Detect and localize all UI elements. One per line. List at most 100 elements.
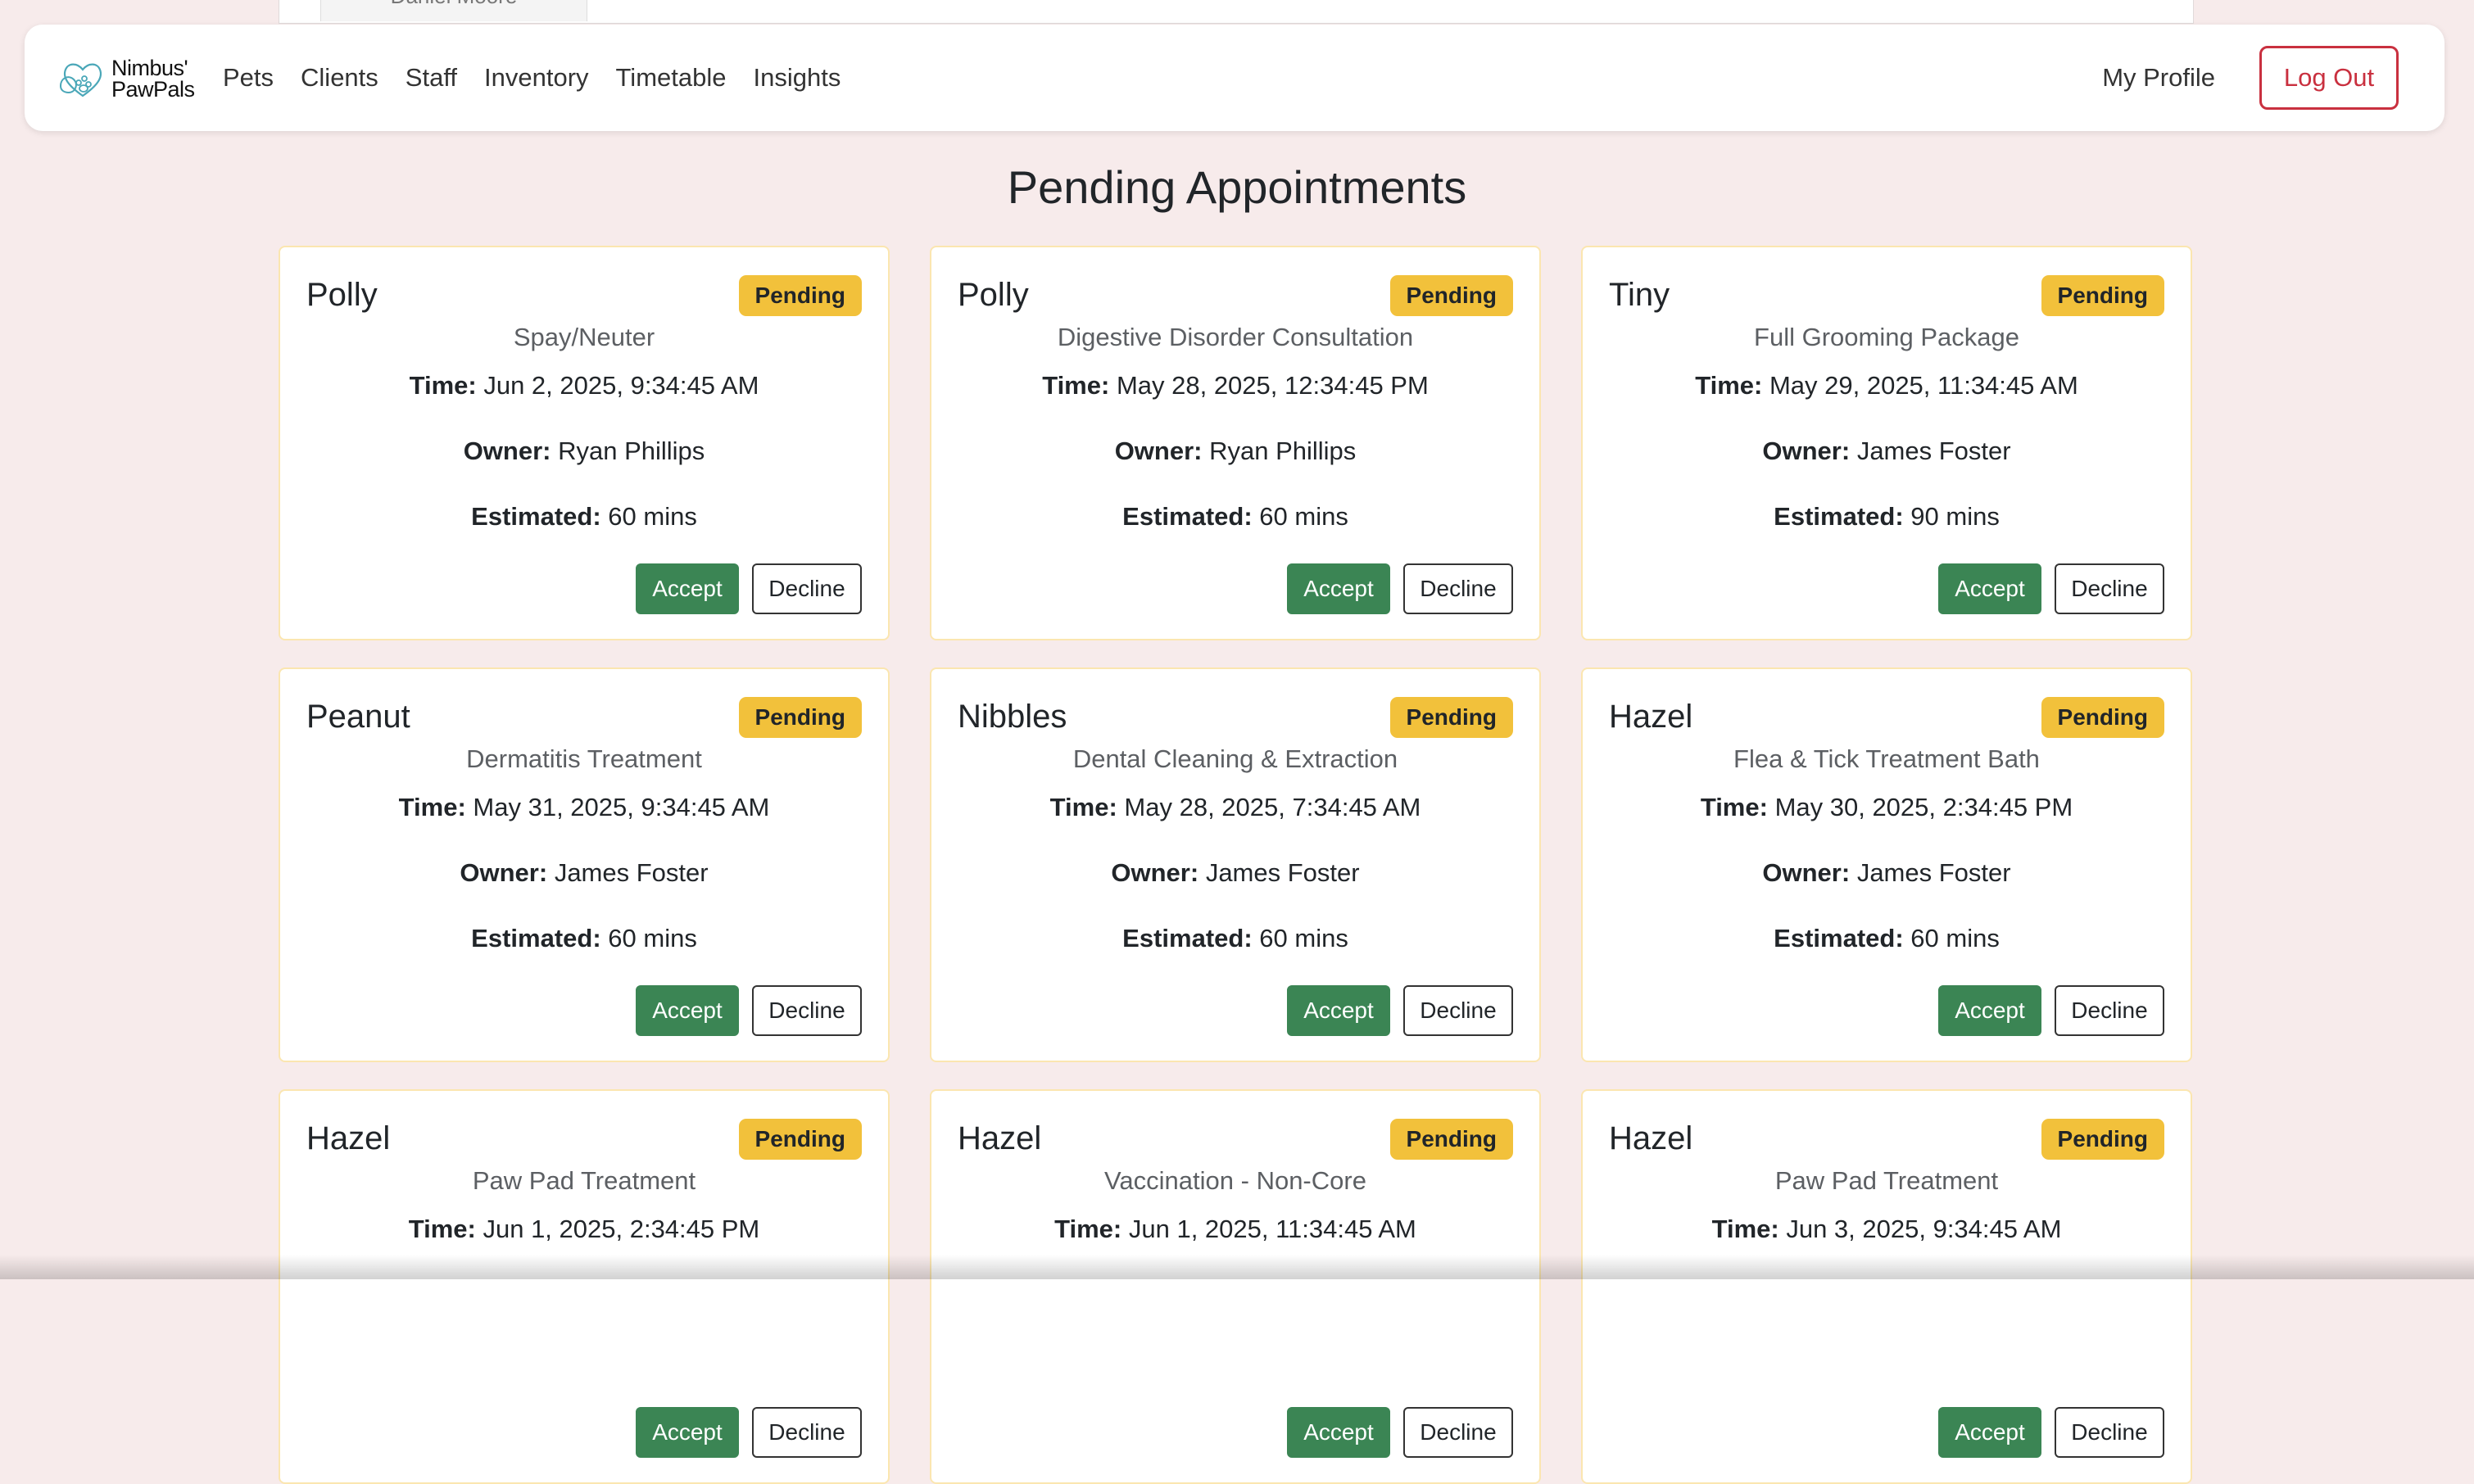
card-actions: Accept Decline <box>636 563 862 614</box>
service-name: Dermatitis Treatment <box>466 744 702 773</box>
status-badge: Pending <box>738 697 862 738</box>
brand-name: Nimbus' PawPals <box>111 56 195 102</box>
owner-line: Owner: Ryan Phillips <box>931 437 1539 466</box>
time-value: Jun 2, 2025, 9:34:45 AM <box>483 371 759 400</box>
nav-link-timetable[interactable]: Timetable <box>616 63 727 93</box>
time-label: Time: <box>1054 1215 1122 1243</box>
brand-line-2: PawPals <box>111 77 195 102</box>
time-value: May 29, 2025, 11:34:45 AM <box>1769 371 2078 400</box>
appointment-card: Polly Pending Digestive Disorder Consult… <box>930 246 1541 640</box>
background-tab-label: Daniel Moore <box>391 0 518 8</box>
estimated-line: Estimated: 90 mins <box>1583 502 2191 532</box>
time-line: Time: Jun 3, 2025, 9:34:45 AM <box>1583 1215 2191 1244</box>
pet-name: Polly <box>958 277 1029 313</box>
accept-button[interactable]: Accept <box>1938 1407 2041 1458</box>
time-line: Time: Jun 2, 2025, 9:34:45 AM <box>280 371 888 400</box>
status-badge: Pending <box>1389 697 1513 738</box>
card-actions: Accept Decline <box>1287 563 1513 614</box>
card-actions: Accept Decline <box>1287 1407 1513 1458</box>
time-value: May 31, 2025, 9:34:45 AM <box>473 793 770 821</box>
decline-button[interactable]: Decline <box>2055 1407 2164 1458</box>
log-out-button[interactable]: Log Out <box>2259 46 2399 110</box>
estimated-label: Estimated: <box>471 924 601 952</box>
nav-links: Pets Clients Staff Inventory Timetable I… <box>223 25 868 131</box>
estimated-value: 60 mins <box>608 502 697 531</box>
service-name: Paw Pad Treatment <box>472 1166 696 1195</box>
owner-value: James Foster <box>1205 858 1360 887</box>
service-name: Vaccination - Non-Core <box>1104 1166 1366 1195</box>
nav-link-staff[interactable]: Staff <box>406 63 457 93</box>
estimated-line: Estimated: 60 mins <box>931 924 1539 953</box>
pet-name: Hazel <box>1609 699 1693 735</box>
pet-name: Tiny <box>1609 277 1670 313</box>
appointments-grid: Polly Pending Spay/Neuter Time: Jun 2, 2… <box>279 246 2192 1484</box>
time-value: May 30, 2025, 2:34:45 PM <box>1774 793 2073 821</box>
service-name: Flea & Tick Treatment Bath <box>1733 744 2040 773</box>
estimated-value: 60 mins <box>1910 924 2000 952</box>
time-line: Time: May 29, 2025, 11:34:45 AM <box>1583 371 2191 400</box>
accept-button[interactable]: Accept <box>1938 985 2041 1036</box>
decline-button[interactable]: Decline <box>1403 563 1513 614</box>
decline-button[interactable]: Decline <box>752 1407 862 1458</box>
brand-logo[interactable]: Nimbus' PawPals <box>57 52 195 105</box>
accept-button[interactable]: Accept <box>636 985 739 1036</box>
accept-button[interactable]: Accept <box>636 563 739 614</box>
time-label: Time: <box>1049 793 1117 821</box>
owner-label: Owner: <box>460 858 548 887</box>
owner-line: Owner: James Foster <box>1583 858 2191 888</box>
time-value: May 28, 2025, 12:34:45 PM <box>1116 371 1429 400</box>
pet-name: Hazel <box>306 1120 391 1156</box>
owner-label: Owner: <box>463 437 551 465</box>
estimated-line: Estimated: 60 mins <box>931 502 1539 532</box>
estimated-label: Estimated: <box>1774 502 1904 531</box>
nav-link-pets[interactable]: Pets <box>223 63 274 93</box>
time-line: Time: May 28, 2025, 12:34:45 PM <box>931 371 1539 400</box>
accept-button[interactable]: Accept <box>1938 563 2041 614</box>
accept-button[interactable]: Accept <box>1287 563 1390 614</box>
estimated-label: Estimated: <box>1122 924 1253 952</box>
status-badge: Pending <box>1389 275 1513 316</box>
service-name: Full Grooming Package <box>1754 323 2019 351</box>
service-name: Digestive Disorder Consultation <box>1057 323 1414 351</box>
time-value: Jun 1, 2025, 2:34:45 PM <box>483 1215 760 1243</box>
appointment-card: Hazel Pending Paw Pad Treatment Time: Ju… <box>1581 1089 2192 1484</box>
card-actions: Accept Decline <box>1938 985 2164 1036</box>
accept-button[interactable]: Accept <box>1287 985 1390 1036</box>
decline-button[interactable]: Decline <box>1403 985 1513 1036</box>
status-badge: Pending <box>1389 1119 1513 1160</box>
time-line: Time: Jun 1, 2025, 11:34:45 AM <box>931 1215 1539 1244</box>
time-label: Time: <box>408 1215 476 1243</box>
appointment-card: Hazel Pending Paw Pad Treatment Time: Ju… <box>279 1089 890 1484</box>
time-value: Jun 1, 2025, 11:34:45 AM <box>1128 1215 1416 1243</box>
bottom-shadow <box>0 1255 2474 1279</box>
card-actions: Accept Decline <box>1287 985 1513 1036</box>
accept-button[interactable]: Accept <box>1287 1407 1390 1458</box>
estimated-line: Estimated: 60 mins <box>280 502 888 532</box>
appointment-card: Hazel Pending Flea & Tick Treatment Bath… <box>1581 667 2192 1062</box>
nav-link-insights[interactable]: Insights <box>753 63 841 93</box>
estimated-label: Estimated: <box>1122 502 1253 531</box>
decline-button[interactable]: Decline <box>752 563 862 614</box>
decline-button[interactable]: Decline <box>2055 985 2164 1036</box>
decline-button[interactable]: Decline <box>2055 563 2164 614</box>
owner-value: Ryan Phillips <box>1209 437 1357 465</box>
page-title: Pending Appointments <box>1007 161 1467 213</box>
estimated-line: Estimated: 60 mins <box>1583 924 2191 953</box>
status-badge: Pending <box>2041 697 2164 738</box>
nav-link-inventory[interactable]: Inventory <box>484 63 589 93</box>
my-profile-link[interactable]: My Profile <box>2102 63 2215 93</box>
card-actions: Accept Decline <box>636 1407 862 1458</box>
pet-name: Peanut <box>306 699 410 735</box>
decline-button[interactable]: Decline <box>1403 1407 1513 1458</box>
appointment-card: Tiny Pending Full Grooming Package Time:… <box>1581 246 2192 640</box>
accept-button[interactable]: Accept <box>636 1407 739 1458</box>
nav-link-clients[interactable]: Clients <box>301 63 378 93</box>
top-navbar: Nimbus' PawPals Pets Clients Staff Inven… <box>25 25 2445 131</box>
brand-line-1: Nimbus' <box>111 56 188 80</box>
service-name: Dental Cleaning & Extraction <box>1072 744 1398 773</box>
owner-value: James Foster <box>1856 858 2011 887</box>
owner-value: Ryan Phillips <box>558 437 705 465</box>
decline-button[interactable]: Decline <box>752 985 862 1036</box>
owner-label: Owner: <box>1114 437 1203 465</box>
background-tab[interactable]: Daniel Moore <box>320 0 587 21</box>
